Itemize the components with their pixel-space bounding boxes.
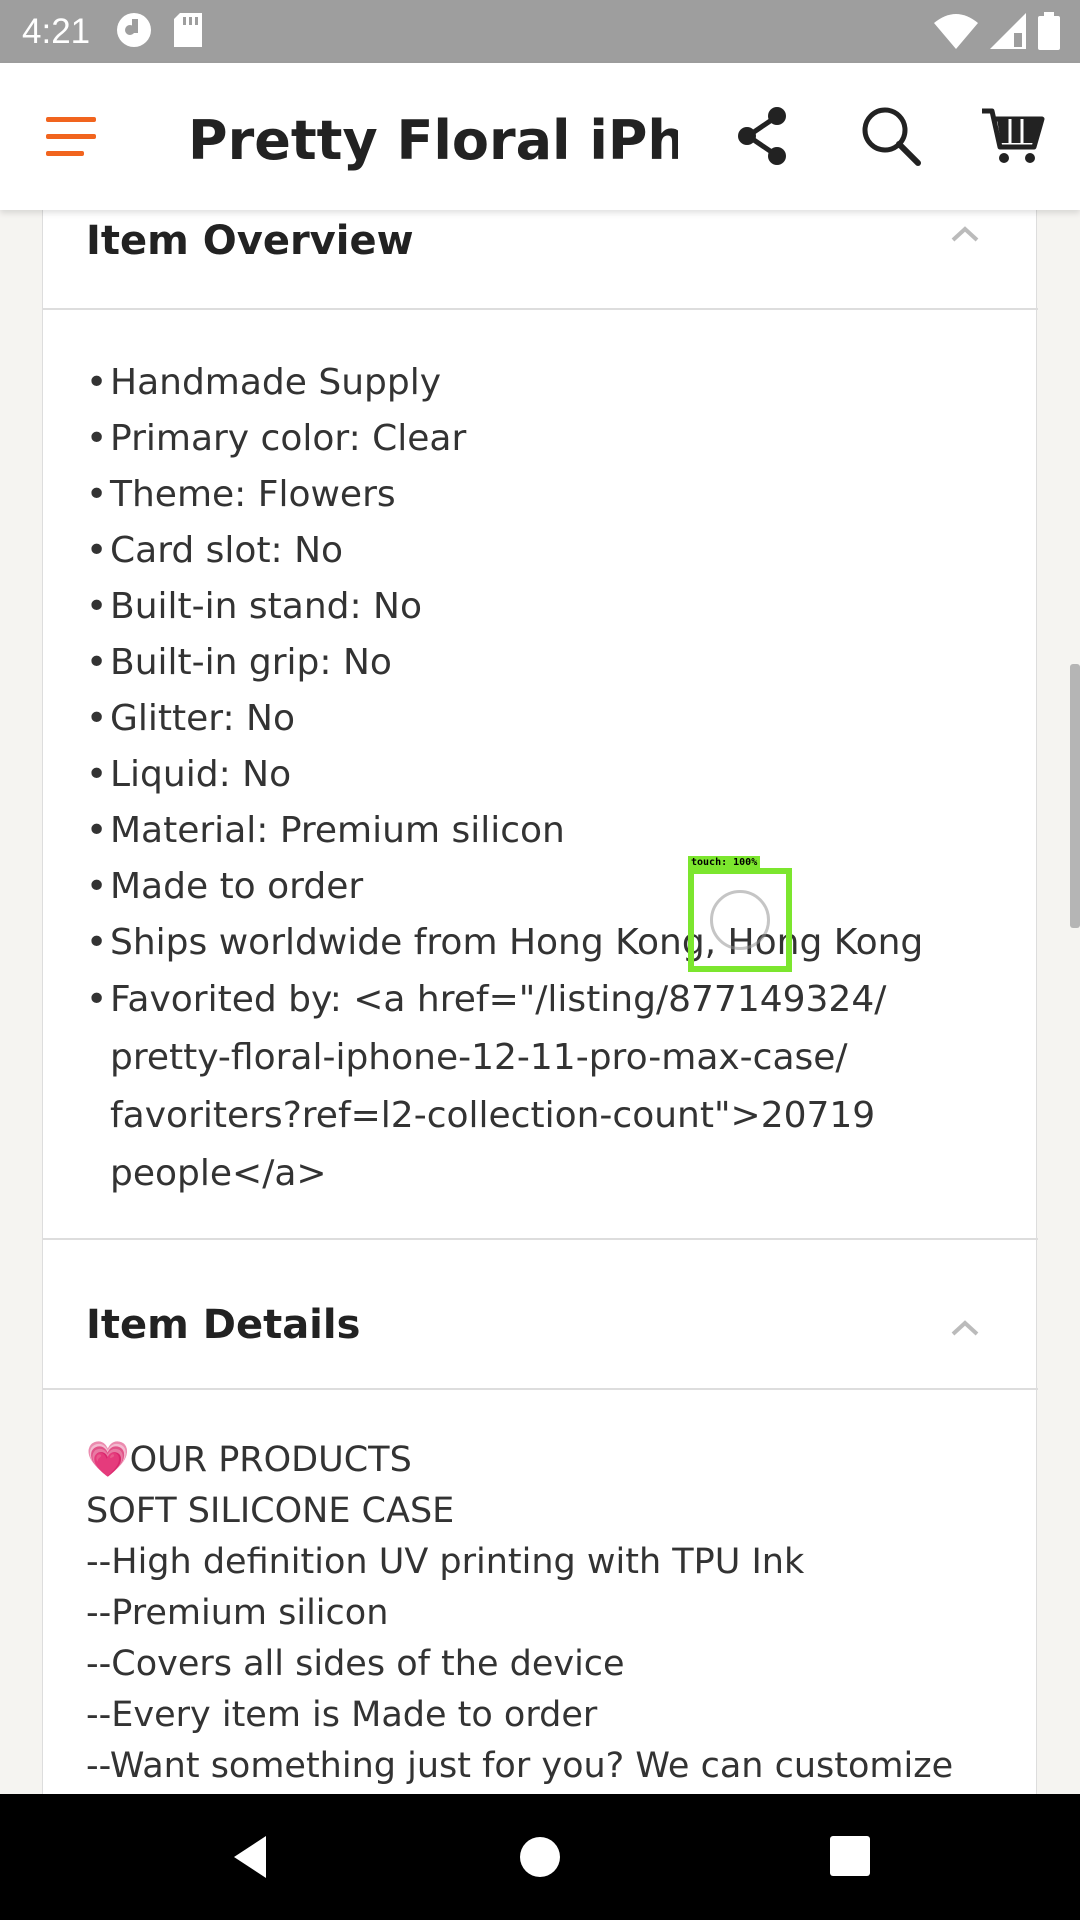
back-icon[interactable] xyxy=(222,1824,288,1890)
listing-content[interactable]: Item Overview Handmade Supply Primary co… xyxy=(0,210,1080,1794)
item-details-card: Item Details 💗OUR PRODUCTS SOFT SILICONE… xyxy=(42,1240,1038,1794)
search-icon[interactable] xyxy=(858,103,924,169)
navigation-bar xyxy=(0,1794,1080,1920)
list-item: Ships worldwide from Hong Kong, Hong Kon… xyxy=(86,915,986,971)
list-item: Built-in grip: No xyxy=(86,635,986,691)
app-bar: Pretty Floral iPho… xyxy=(0,63,1080,210)
favorited-line: favoriters?ref=l2-collection-count">2071… xyxy=(110,1095,876,1136)
share-icon[interactable] xyxy=(730,103,796,169)
cart-icon[interactable] xyxy=(980,103,1046,169)
details-line: --Covers all sides of the device xyxy=(86,1644,625,1684)
item-overview-title: Item Overview xyxy=(86,218,414,264)
status-time: 4:21 xyxy=(22,11,91,51)
favorited-line: pretty-floral-iphone-12-11-pro-max-case/ xyxy=(110,1037,848,1078)
sync-icon xyxy=(116,12,152,52)
list-item: Primary color: Clear xyxy=(86,411,986,467)
favorited-by-item: Favorited by: <a href="/listing/87714932… xyxy=(86,971,986,1203)
list-item: Built-in stand: No xyxy=(86,579,986,635)
details-line: --Every item is Made to order xyxy=(86,1695,598,1735)
item-details-text: 💗OUR PRODUCTS SOFT SILICONE CASE --High … xyxy=(86,1435,1016,1792)
details-line: SOFT SILICONE CASE xyxy=(86,1491,455,1531)
menu-icon[interactable] xyxy=(46,115,98,159)
signal-icon xyxy=(990,13,1026,53)
details-line: --High definition UV printing with TPU I… xyxy=(86,1542,805,1582)
wifi-icon xyxy=(934,13,978,53)
list-item: Card slot: No xyxy=(86,523,986,579)
chevron-up-icon[interactable] xyxy=(950,1318,980,1338)
item-details-header[interactable]: Item Details xyxy=(43,1240,1038,1390)
chevron-up-icon[interactable] xyxy=(950,224,980,244)
list-item: Material: Premium silicon xyxy=(86,803,986,859)
battery-icon xyxy=(1038,12,1060,54)
list-item: Handmade Supply xyxy=(86,355,986,411)
scrollbar[interactable] xyxy=(1070,664,1080,928)
home-icon[interactable] xyxy=(507,1824,573,1890)
list-item: Theme: Flowers xyxy=(86,467,986,523)
recents-icon[interactable] xyxy=(818,1824,884,1890)
list-item: Made to order xyxy=(86,859,986,915)
details-line: --Premium silicon xyxy=(86,1593,389,1633)
list-item: Glitter: No xyxy=(86,691,986,747)
status-bar: 4:21 xyxy=(0,0,1080,63)
touch-point xyxy=(710,890,770,950)
item-details-title: Item Details xyxy=(86,1302,361,1348)
heart-icon: 💗 xyxy=(86,1440,130,1480)
item-overview-card: Item Overview Handmade Supply Primary co… xyxy=(42,210,1038,1240)
item-overview-header[interactable]: Item Overview xyxy=(43,210,1038,310)
item-overview-list: Handmade Supply Primary color: Clear The… xyxy=(86,355,986,1203)
favorited-line: people</a> xyxy=(110,1153,327,1194)
list-item: Liquid: No xyxy=(86,747,986,803)
sd-card-icon xyxy=(174,12,203,51)
details-line: --Want something just for you? We can cu… xyxy=(86,1746,954,1786)
page-title: Pretty Floral iPho… xyxy=(188,109,678,172)
details-line: 💗OUR PRODUCTS xyxy=(86,1440,412,1480)
favorited-line: Favorited by: <a href="/listing/87714932… xyxy=(110,979,887,1020)
